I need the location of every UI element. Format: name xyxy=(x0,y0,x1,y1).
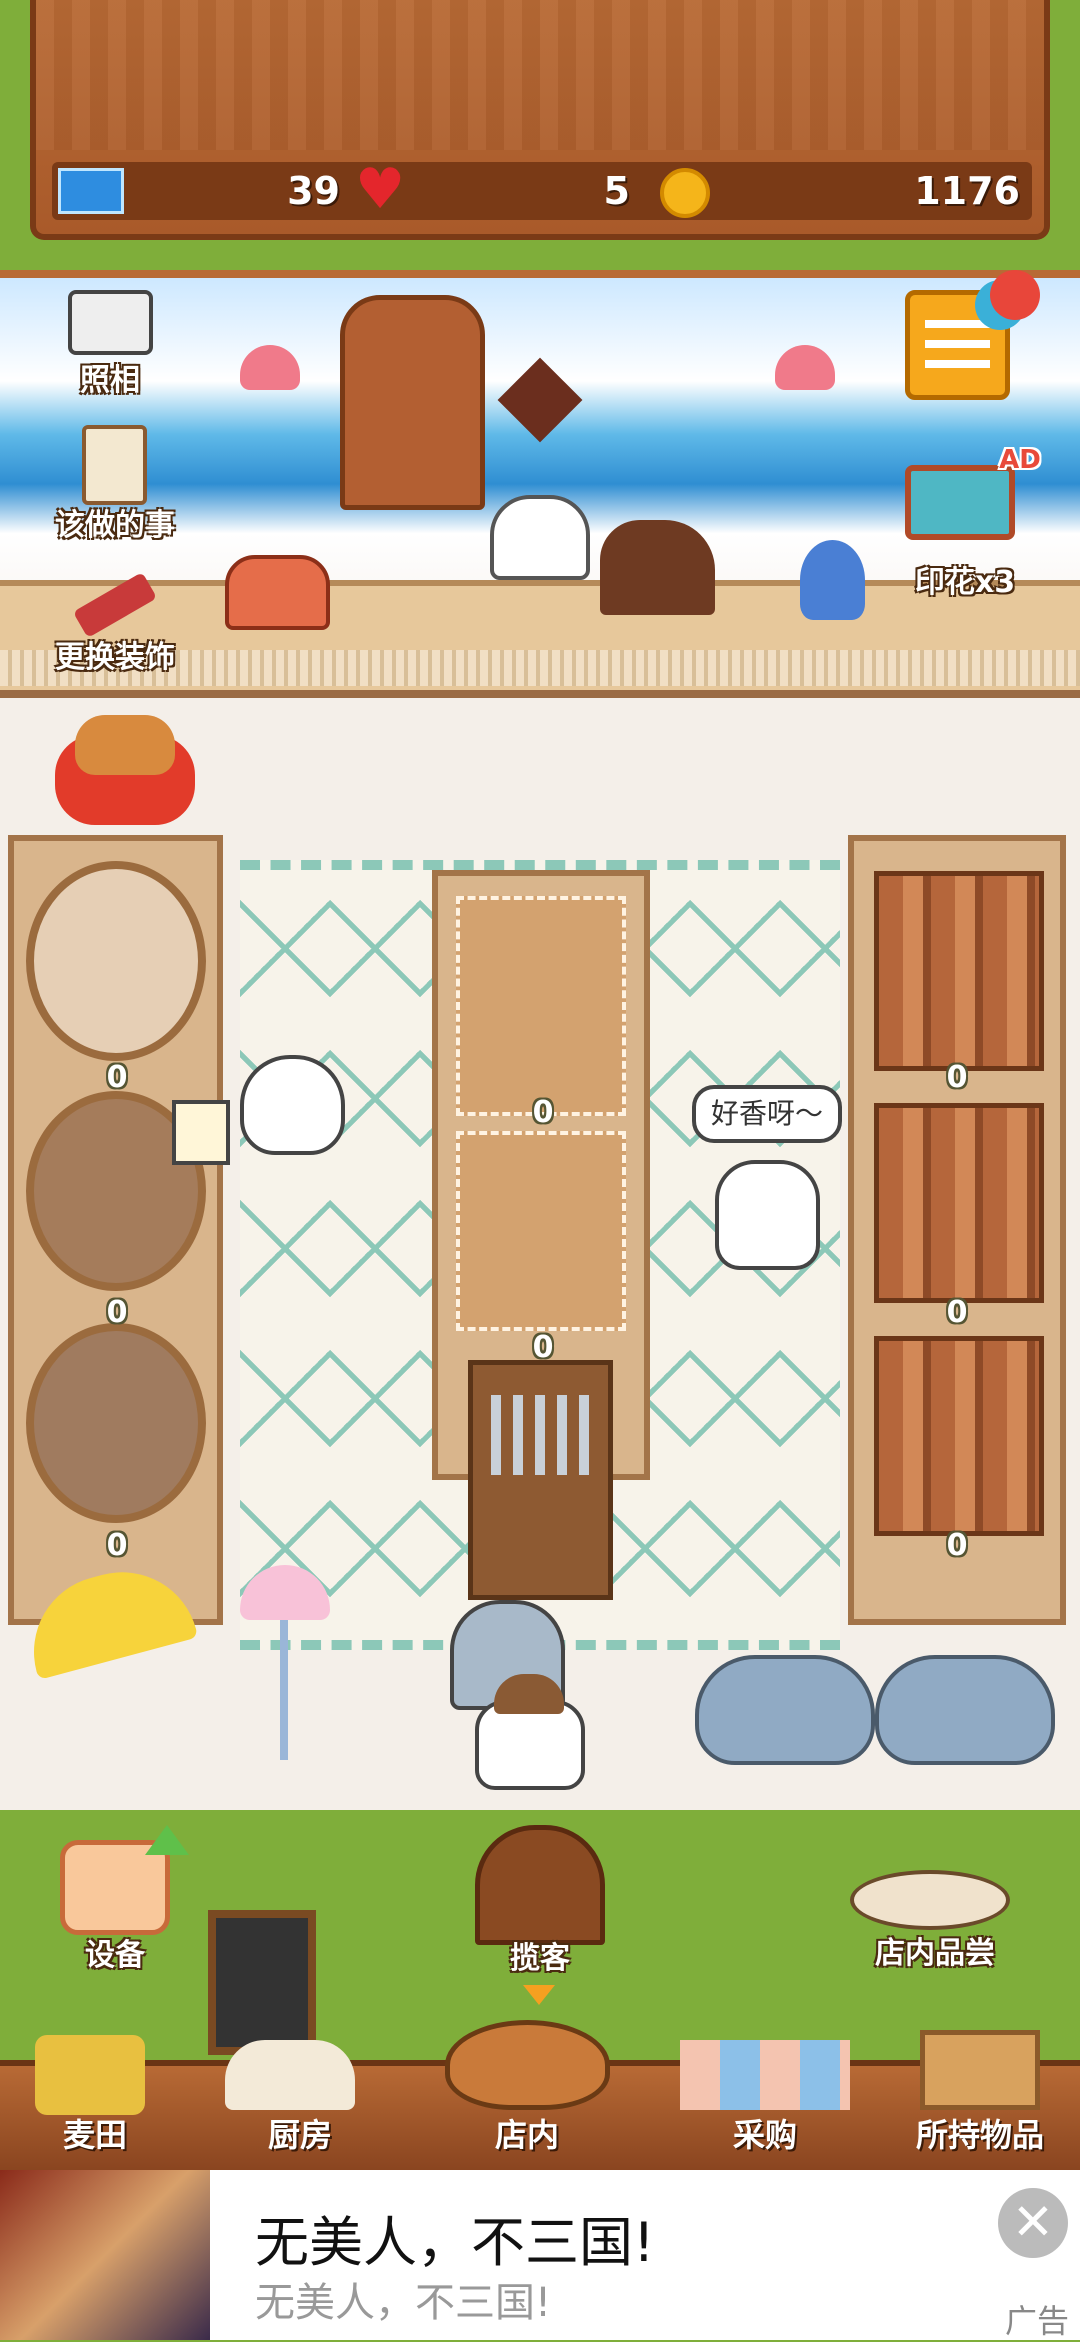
nav-purchase[interactable]: 采购 xyxy=(700,2110,830,2156)
empty-board-icon xyxy=(456,896,626,1116)
empty-board-icon xyxy=(456,1131,626,1331)
equipment-button[interactable]: 设备 xyxy=(55,1825,189,1973)
cat-customer-icon[interactable] xyxy=(715,1160,820,1270)
nav-wheat-field[interactable]: 麦田 xyxy=(30,2110,160,2156)
nav-store[interactable]: 店内 xyxy=(462,2110,592,2156)
shark-plush-icon xyxy=(695,1655,875,1765)
tasting-label: 店内品尝 xyxy=(875,1936,995,1971)
dog-on-cushion-icon xyxy=(55,715,195,825)
store-indicator-icon xyxy=(523,1985,555,2005)
shell-lamp-icon xyxy=(240,1565,330,1760)
white-customer-icon[interactable] xyxy=(240,1055,345,1155)
kitchen-icon xyxy=(225,2040,355,2110)
tray-count-3: 0 xyxy=(106,1528,128,1563)
solicit-button[interactable]: 揽客 xyxy=(470,1825,610,1976)
bread-count-2: 0 xyxy=(946,1295,968,1330)
bread-box-icon xyxy=(874,1336,1044,1536)
telephone-icon xyxy=(225,555,330,630)
store-bread-basket-icon xyxy=(445,2020,610,2110)
heart-icon: ♥ xyxy=(355,157,406,222)
ticket-icon xyxy=(58,168,124,214)
ad-close-button[interactable]: ✕ xyxy=(998,2188,1068,2258)
utensils-icon xyxy=(491,1395,591,1475)
bread-plate-icon xyxy=(850,1870,1010,1930)
ad-subtitle: 无美人，不三国! xyxy=(255,2280,552,2326)
flower-vase-icon xyxy=(800,540,865,620)
coin-icon xyxy=(660,168,710,218)
center-count-1: 0 xyxy=(532,1095,554,1130)
ad-banner[interactable]: 无美人，不三国! 无美人，不三国! ✕ 广告 xyxy=(0,2170,1080,2340)
ad-label: 广告 xyxy=(1005,2302,1070,2340)
toast-icon xyxy=(172,1100,230,1165)
cat-shopkeeper-icon xyxy=(490,495,590,580)
tray-count-1: 0 xyxy=(106,1060,128,1095)
empty-tray-icon xyxy=(26,861,206,1061)
bread-cabinet xyxy=(340,295,485,510)
bread-box-icon xyxy=(874,871,1044,1071)
bread-loaf-icon xyxy=(600,520,715,615)
lamp-stand-icon xyxy=(280,1620,288,1760)
balloons-icon xyxy=(990,270,1040,320)
equipment-label: 设备 xyxy=(85,1938,145,1973)
wheat-field-icon xyxy=(35,2035,145,2115)
shiba-dog-icon xyxy=(75,715,175,775)
upgrade-arrow-icon xyxy=(145,1825,189,1855)
tray-count-2: 0 xyxy=(106,1295,128,1330)
stamps-label: 印花x3 xyxy=(914,565,1016,600)
todo-button[interactable]: 该做的事 xyxy=(40,420,190,543)
shop-stalls-icon xyxy=(680,2040,850,2110)
bread-count-3: 0 xyxy=(946,1528,968,1563)
tv-icon xyxy=(905,465,1015,540)
heart-count: 5 xyxy=(603,169,630,213)
photo-label: 照相 xyxy=(80,363,140,398)
ad-thumbnail-image xyxy=(0,2170,210,2340)
bread-box-icon xyxy=(874,1103,1044,1303)
utensil-rack-icon[interactable] xyxy=(468,1360,613,1600)
baker-player-icon[interactable] xyxy=(475,1674,585,1790)
clipboard-icon xyxy=(82,425,147,505)
solicit-label: 揽客 xyxy=(510,1941,570,1976)
coin-count: 1176 xyxy=(914,169,1020,213)
todo-label: 该做的事 xyxy=(55,508,175,543)
tasting-button[interactable]: 店内品尝 xyxy=(840,1830,1030,1971)
ad-badge: AD xyxy=(999,445,1041,475)
nav-inventory[interactable]: 所持物品 xyxy=(895,2110,1065,2156)
ad-tv-button[interactable]: AD 印花x3 xyxy=(900,445,1050,620)
nav-kitchen[interactable]: 厨房 xyxy=(235,2110,365,2156)
left-tray-shelf[interactable] xyxy=(8,835,223,1625)
paint-brush-icon xyxy=(72,572,158,638)
right-bread-shelf[interactable] xyxy=(848,835,1066,1625)
shell-top-icon xyxy=(240,1565,330,1620)
chalkboard-menu-icon[interactable] xyxy=(208,1910,316,2055)
decorate-label: 更换装饰 xyxy=(55,640,175,675)
decorate-button[interactable]: 更换装饰 xyxy=(40,570,190,675)
empty-tray-icon xyxy=(26,1323,206,1523)
cardboard-box-icon xyxy=(920,2030,1040,2110)
bread-count-1: 0 xyxy=(946,1060,968,1095)
ticket-count: 39 xyxy=(287,169,340,213)
shop-door-icon xyxy=(475,1825,605,1945)
ad-title: 无美人，不三国! xyxy=(255,2211,655,2274)
camera-icon xyxy=(68,290,153,355)
speech-bubble: 好香呀～ xyxy=(692,1085,842,1143)
menu-lines-icon xyxy=(925,320,990,328)
shark-plush-icon xyxy=(875,1655,1055,1765)
photo-button[interactable]: 照相 xyxy=(60,285,160,398)
